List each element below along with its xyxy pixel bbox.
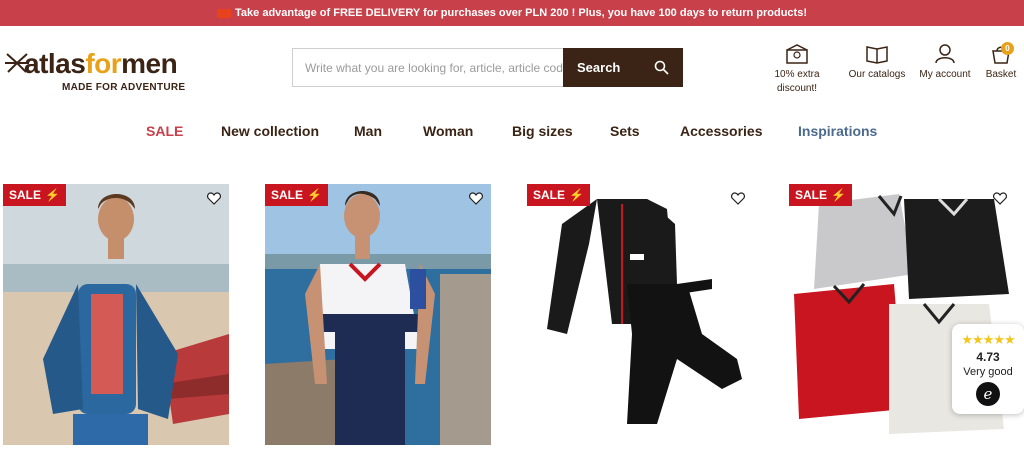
promo-banner-text: Take advantage of FREE DELIVERY for purc… bbox=[235, 7, 807, 19]
trusted-shops-logo-icon: e bbox=[976, 382, 1000, 406]
search-icon bbox=[654, 60, 669, 75]
catalogs-label: Our catalogs bbox=[848, 69, 906, 80]
lightning-icon: ⚡ bbox=[45, 188, 60, 202]
nav-item-woman[interactable]: Woman bbox=[423, 123, 473, 139]
main-nav: SALE New collection Man Woman Big sizes … bbox=[0, 123, 1024, 143]
nav-item-sets[interactable]: Sets bbox=[610, 123, 640, 139]
truck-icon bbox=[217, 8, 232, 18]
heart-icon[interactable] bbox=[731, 192, 745, 205]
book-icon bbox=[866, 46, 888, 64]
trusted-rating-widget[interactable]: ★★★★★ 4.73 Very good e bbox=[952, 324, 1024, 414]
product-image bbox=[527, 184, 753, 445]
lightning-icon: ⚡ bbox=[307, 188, 322, 202]
product-card[interactable]: SALE ⚡ bbox=[3, 184, 229, 445]
user-icon bbox=[935, 44, 955, 64]
sale-badge: SALE ⚡ bbox=[789, 184, 852, 206]
nav-item-accessories[interactable]: Accessories bbox=[680, 123, 763, 139]
sale-badge: SALE ⚡ bbox=[3, 184, 66, 206]
rating-score: 4.73 bbox=[976, 350, 1000, 364]
rating-stars: ★★★★★ bbox=[961, 332, 1015, 347]
nav-item-new-collection[interactable]: New collection bbox=[221, 123, 319, 139]
account-link[interactable]: My account bbox=[918, 44, 972, 82]
lightning-icon: ⚡ bbox=[569, 188, 584, 202]
product-image bbox=[3, 184, 229, 445]
promo-banner[interactable]: Take advantage of FREE DELIVERY for purc… bbox=[0, 0, 1024, 26]
nav-item-man[interactable]: Man bbox=[354, 123, 382, 139]
sale-badge: SALE ⚡ bbox=[527, 184, 590, 206]
product-card[interactable]: SALE ⚡ bbox=[265, 184, 491, 445]
nav-item-inspirations[interactable]: Inspirations bbox=[798, 123, 877, 139]
lightning-icon: ⚡ bbox=[831, 188, 846, 202]
brand-tagline: MADE FOR ADVENTURE bbox=[62, 82, 186, 93]
search-button-label: Search bbox=[577, 60, 621, 75]
catalogs-link[interactable]: Our catalogs bbox=[848, 44, 906, 82]
product-image bbox=[265, 184, 491, 445]
product-card[interactable]: SALE ⚡ bbox=[527, 184, 753, 445]
basket-link[interactable]: 0 Basket bbox=[984, 42, 1018, 82]
search-button[interactable]: Search bbox=[563, 48, 683, 87]
basket-label: Basket bbox=[985, 69, 1017, 80]
discount-line2: discount! bbox=[776, 83, 818, 94]
search-input[interactable]: Write what you are looking for, article,… bbox=[292, 48, 564, 87]
sale-badge: SALE ⚡ bbox=[265, 184, 328, 206]
brand-logo[interactable]: atlasformen bbox=[24, 48, 178, 80]
discount-link[interactable]: 10% extra discount! bbox=[770, 44, 824, 96]
account-label: My account bbox=[919, 69, 971, 80]
heart-icon[interactable] bbox=[469, 192, 483, 205]
rating-label: Very good bbox=[963, 366, 1013, 378]
nav-item-big-sizes[interactable]: Big sizes bbox=[512, 123, 573, 139]
nav-item-sale[interactable]: SALE bbox=[146, 123, 183, 139]
basket-count-badge: 0 bbox=[1001, 42, 1014, 55]
heart-icon[interactable] bbox=[207, 192, 221, 205]
envelope-discount-icon bbox=[786, 44, 808, 64]
discount-line1: 10% extra bbox=[774, 69, 820, 80]
site-header: atlasformen MADE FOR ADVENTURE Write wha… bbox=[0, 26, 1024, 114]
heart-icon[interactable] bbox=[993, 192, 1007, 205]
